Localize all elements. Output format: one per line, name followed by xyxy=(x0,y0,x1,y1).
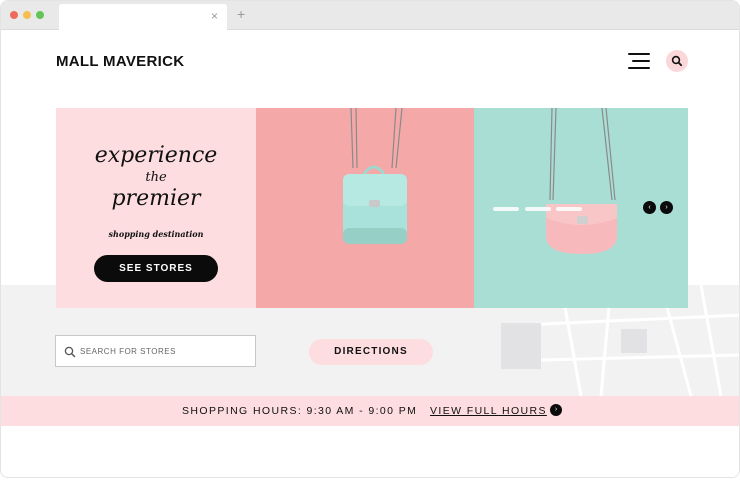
carousel-dot-1[interactable] xyxy=(493,207,519,211)
minimize-window-button[interactable] xyxy=(23,11,31,19)
maximize-window-button[interactable] xyxy=(36,11,44,19)
hero-carousel: experience the premier shopping destinat… xyxy=(56,108,688,308)
hero-headline-line1: experience xyxy=(94,143,218,168)
search-icon xyxy=(671,55,683,67)
hero-tagline: shopping destination xyxy=(108,229,204,239)
search-button[interactable] xyxy=(666,50,688,72)
site-logo[interactable]: MALL MAVERICK xyxy=(56,53,184,70)
store-search-input[interactable] xyxy=(80,337,250,365)
search-icon xyxy=(64,346,76,358)
store-search-box[interactable] xyxy=(55,335,256,367)
close-window-button[interactable] xyxy=(10,11,18,19)
carousel-next-button[interactable]: › xyxy=(660,201,673,214)
directions-button[interactable]: DIRECTIONS xyxy=(309,339,433,365)
view-full-hours-link[interactable]: VIEW FULL HOURS xyxy=(430,405,547,417)
arrow-right-icon[interactable]: › xyxy=(550,404,562,416)
shopping-hours-bar: SHOPPING HOURS: 9:30 AM - 9:00 PM VIEW F… xyxy=(1,396,739,426)
shopping-hours-text: SHOPPING HOURS: 9:30 AM - 9:00 PM xyxy=(182,405,418,417)
mint-backpack-image xyxy=(343,108,407,244)
hero-headline-line2: the xyxy=(145,170,167,185)
browser-window: × + MALL MAVERICK experience the premier… xyxy=(0,0,740,478)
hamburger-menu-icon[interactable] xyxy=(628,53,650,69)
browser-tab[interactable]: × xyxy=(59,4,227,30)
carousel-dot-2[interactable] xyxy=(525,207,551,211)
page-content: MALL MAVERICK experience the premier sho… xyxy=(1,30,739,477)
hero-image-mint-backpack xyxy=(256,108,474,308)
browser-chrome: × + xyxy=(1,1,739,30)
new-tab-icon[interactable]: + xyxy=(237,7,245,21)
hero-headline-line3: premier xyxy=(111,186,201,211)
hero-text-panel: experience the premier shopping destinat… xyxy=(56,108,256,308)
see-stores-button[interactable]: SEE STORES xyxy=(94,255,218,282)
carousel-dot-3[interactable] xyxy=(556,207,582,211)
close-tab-icon[interactable]: × xyxy=(211,9,218,23)
carousel-prev-button[interactable]: ‹ xyxy=(643,201,656,214)
